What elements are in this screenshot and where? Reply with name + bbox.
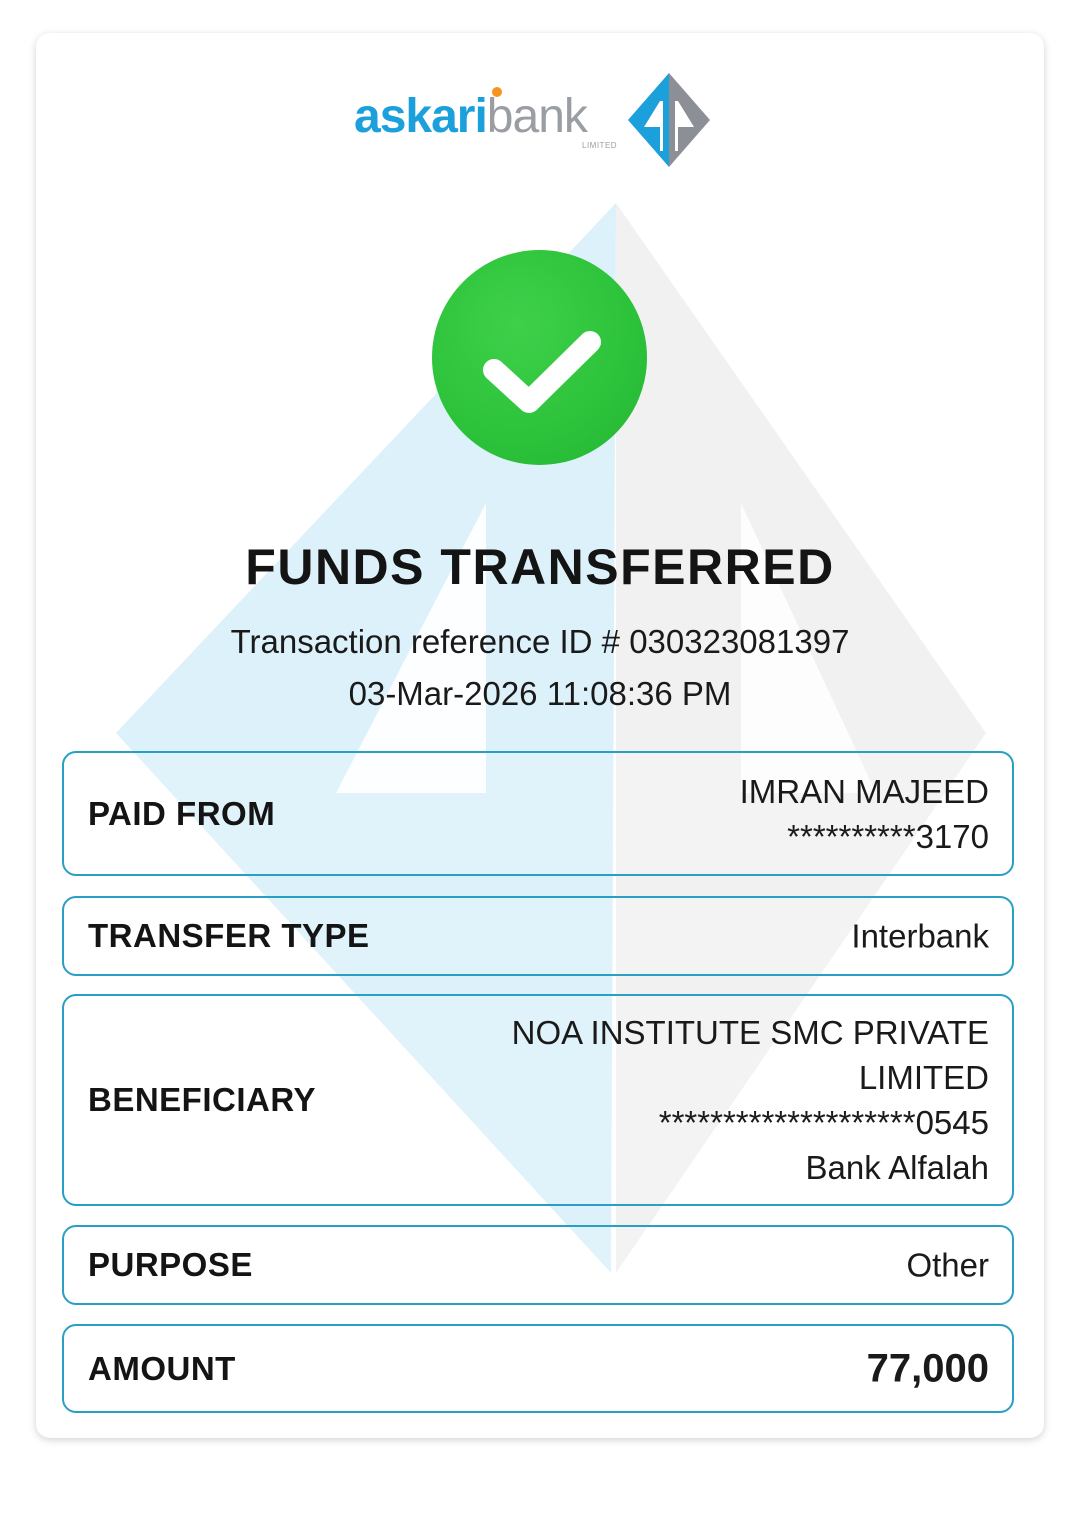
beneficiary-name-line2: LIMITED bbox=[858, 1059, 989, 1096]
paid-from-value: IMRAN MAJEED **********3170 bbox=[740, 769, 989, 859]
logo-limited-text: LIMITED bbox=[582, 141, 618, 150]
logo-dot bbox=[492, 87, 502, 97]
purpose-row: PURPOSE Other bbox=[62, 1225, 1014, 1305]
logo-bank-text: bank bbox=[486, 90, 588, 143]
purpose-value: Other bbox=[906, 1246, 989, 1284]
status-title: FUNDS TRANSFERRED bbox=[245, 539, 835, 595]
beneficiary-name-line1: NOA INSTITUTE SMC PRIVATE bbox=[511, 1014, 989, 1051]
purpose-label: PURPOSE bbox=[88, 1246, 253, 1283]
askari-diamond-icon bbox=[628, 73, 710, 167]
transaction-reference: Transaction reference ID # 030323081397 bbox=[230, 623, 850, 660]
amount-row: AMOUNT 77,000 bbox=[62, 1324, 1014, 1413]
beneficiary-value: NOA INSTITUTE SMC PRIVATE LIMITED ******… bbox=[512, 1010, 989, 1190]
transfer-type-label: TRANSFER TYPE bbox=[88, 917, 370, 954]
amount-value: 77,000 bbox=[866, 1346, 989, 1390]
beneficiary-account: ********************0545 bbox=[658, 1104, 989, 1141]
amount-label: AMOUNT bbox=[88, 1349, 236, 1387]
success-check-circle bbox=[432, 250, 647, 465]
logo-askari-text: askari bbox=[354, 90, 488, 143]
transfer-type-value: Interbank bbox=[851, 917, 989, 955]
paid-from-name: IMRAN MAJEED bbox=[739, 772, 989, 810]
transfer-type-row: TRANSFER TYPE Interbank bbox=[62, 896, 1014, 976]
paid-from-row: PAID FROM IMRAN MAJEED **********3170 bbox=[62, 751, 1014, 876]
beneficiary-label: BENEFICIARY bbox=[88, 1081, 316, 1118]
beneficiary-row: BENEFICIARY NOA INSTITUTE SMC PRIVATE LI… bbox=[62, 994, 1014, 1206]
receipt-card: askaribank LIMITED FUNDS TRANSFERRED Tra… bbox=[36, 33, 1044, 1438]
check-icon bbox=[483, 331, 601, 413]
paid-from-label: PAID FROM bbox=[88, 794, 276, 832]
transaction-datetime: 03-Mar-2026 11:08:36 PM bbox=[348, 675, 732, 712]
logo-wordmark: askaribank bbox=[354, 89, 588, 145]
beneficiary-bank: Bank Alfalah bbox=[805, 1149, 989, 1186]
paid-from-account: **********3170 bbox=[787, 817, 989, 855]
askari-bank-logo: askaribank LIMITED bbox=[354, 69, 714, 173]
